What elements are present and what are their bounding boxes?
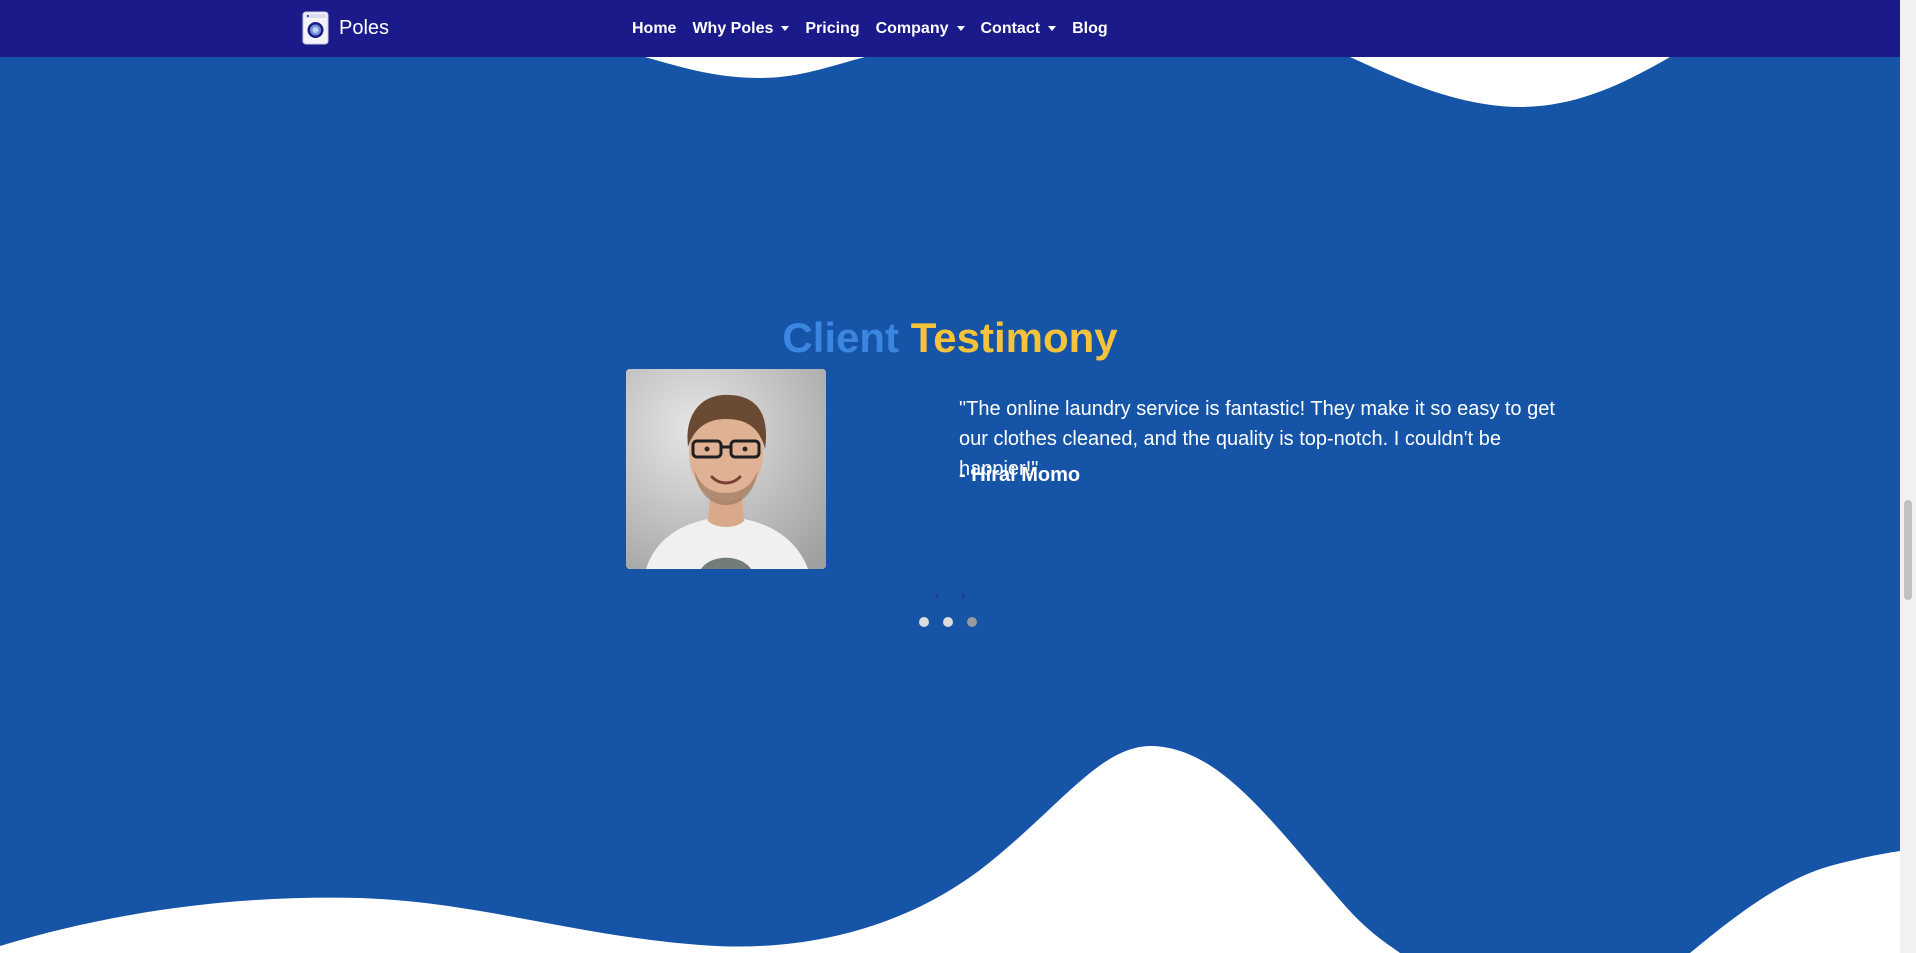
top-wave-right bbox=[1350, 57, 1670, 107]
carousel-next-button[interactable]: › bbox=[961, 589, 965, 601]
decorative-waves bbox=[0, 57, 1900, 953]
caret-down-icon bbox=[956, 26, 965, 31]
section-heading: Client Testimony bbox=[0, 312, 1900, 364]
nav-contact-label: Contact bbox=[980, 19, 1041, 37]
carousel-dot-1[interactable] bbox=[919, 617, 929, 627]
brand-name: Poles bbox=[339, 16, 390, 39]
nav-company-dropdown[interactable]: Company bbox=[876, 20, 965, 38]
nav-contact-dropdown[interactable]: Contact bbox=[981, 20, 1057, 38]
top-navbar: Poles Home Why Poles Pricing Company Con… bbox=[0, 0, 1900, 57]
nav-why-poles-dropdown[interactable]: Why Poles bbox=[692, 19, 790, 38]
heading-client: Client bbox=[782, 314, 900, 361]
nav-blog-label: Blog bbox=[1072, 19, 1108, 37]
nav-blog[interactable]: Blog bbox=[1072, 20, 1108, 38]
nav-pricing-label: Pricing bbox=[805, 19, 860, 37]
washing-machine-icon bbox=[302, 11, 329, 45]
bottom-wave-right bbox=[1690, 851, 1900, 953]
nav-menu: Home Why Poles Pricing Company Contact B… bbox=[624, 0, 1116, 57]
carousel-prev-button[interactable]: ‹ bbox=[935, 589, 939, 601]
carousel-dot-3[interactable] bbox=[967, 617, 977, 627]
scrollbar-thumb[interactable] bbox=[1904, 500, 1912, 600]
page-scrollbar[interactable] bbox=[1900, 0, 1916, 953]
nav-home-label: Home bbox=[632, 19, 677, 37]
brand-logo-link[interactable]: Poles bbox=[302, 10, 389, 46]
nav-company-label: Company bbox=[875, 19, 949, 37]
top-wave-left bbox=[645, 57, 865, 78]
bottom-wave bbox=[0, 745, 1400, 953]
nav-home[interactable]: Home bbox=[632, 20, 676, 38]
client-photo bbox=[626, 369, 826, 569]
client-portrait-image bbox=[626, 369, 826, 569]
nav-pricing[interactable]: Pricing bbox=[805, 20, 859, 38]
carousel-dot-2[interactable] bbox=[943, 617, 953, 627]
carousel-arrows: ‹ › bbox=[935, 589, 965, 601]
nav-why-poles-label: Why Poles bbox=[692, 19, 774, 37]
testimony-author: - Hirai Momo bbox=[959, 464, 1081, 486]
caret-down-icon bbox=[781, 26, 790, 31]
caret-down-icon bbox=[1048, 26, 1057, 31]
heading-testimony: Testimony bbox=[910, 314, 1118, 361]
carousel-indicators bbox=[919, 617, 977, 627]
